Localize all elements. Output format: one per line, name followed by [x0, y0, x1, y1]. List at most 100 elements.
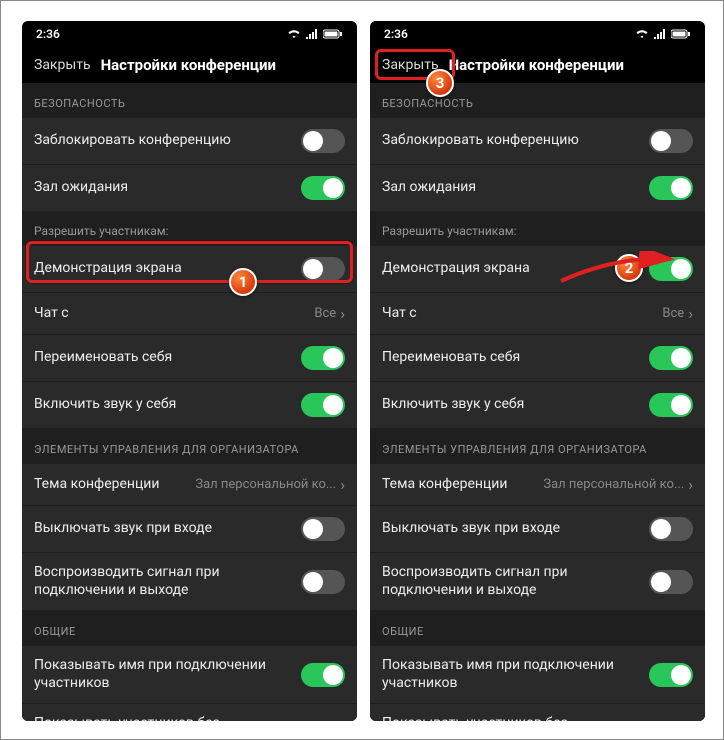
- row-chat[interactable]: Чат с Все ›: [370, 293, 705, 335]
- row-label: Показывать имя при подключении участнико…: [34, 657, 301, 692]
- row-label: Чат с: [382, 305, 662, 323]
- toggle-show-name[interactable]: [301, 663, 345, 687]
- row-rename[interactable]: Переименовать себя: [370, 335, 705, 382]
- row-label: Показывать имя при подключении участнико…: [382, 657, 649, 692]
- row-label: Включить звук у себя: [382, 396, 649, 414]
- row-label: Выключать звук при входе: [382, 520, 649, 538]
- header: Закрыть Настройки конференции: [22, 47, 357, 83]
- chevron-right-icon: ›: [340, 304, 345, 323]
- header: Закрыть Настройки конференции: [370, 47, 705, 83]
- section-allow: Разрешить участникам:: [370, 212, 705, 246]
- row-show-novideo[interactable]: Показывать участников без видеоизображен…: [22, 704, 357, 721]
- status-time: 2:36: [384, 27, 408, 41]
- row-label: Переименовать себя: [34, 349, 301, 367]
- section-security: БЕЗОПАСНОСТЬ: [370, 83, 705, 118]
- toggle-mute-entry[interactable]: [649, 517, 693, 541]
- toggle-unmute[interactable]: [301, 393, 345, 417]
- status-bar: 2:36: [370, 21, 705, 47]
- row-mute-entry[interactable]: Выключать звук при входе: [370, 506, 705, 553]
- annotation-badge-1: 1: [229, 268, 257, 296]
- row-lock-conference[interactable]: Заблокировать конференцию: [370, 118, 705, 165]
- close-button[interactable]: Закрыть: [34, 57, 91, 73]
- row-unmute[interactable]: Включить звук у себя: [370, 382, 705, 429]
- toggle-show-name[interactable]: [649, 663, 693, 687]
- row-label: Заблокировать конференцию: [382, 132, 649, 150]
- row-label: Воспроизводить сигнал при подключении и …: [382, 564, 649, 599]
- toggle-show-novideo[interactable]: [301, 721, 345, 722]
- toggle-waiting[interactable]: [301, 176, 345, 200]
- row-mute-entry[interactable]: Выключать звук при входе: [22, 506, 357, 553]
- row-label: Включить звук у себя: [34, 396, 301, 414]
- row-show-novideo[interactable]: Показывать участников без видеоизображен…: [370, 704, 705, 721]
- row-label: Выключать звук при входе: [34, 520, 301, 538]
- row-label: Зал ожидания: [34, 179, 301, 197]
- row-chime[interactable]: Воспроизводить сигнал при подключении и …: [370, 553, 705, 611]
- toggle-screen-share[interactable]: [649, 257, 693, 281]
- annotation-badge-2: 2: [615, 254, 643, 282]
- row-topic[interactable]: Тема конференции Зал персональной ко... …: [370, 464, 705, 506]
- settings-list: БЕЗОПАСНОСТЬ Заблокировать конференцию З…: [22, 83, 357, 721]
- section-general: ОБЩИЕ: [22, 611, 357, 646]
- toggle-rename[interactable]: [301, 346, 345, 370]
- battery-icon: [323, 29, 343, 39]
- close-button[interactable]: Закрыть: [382, 57, 439, 73]
- row-label: Тема конференции: [382, 476, 543, 494]
- toggle-chime[interactable]: [649, 570, 693, 594]
- toggle-unmute[interactable]: [649, 393, 693, 417]
- signal-icon: [653, 29, 667, 39]
- toggle-waiting[interactable]: [649, 176, 693, 200]
- toggle-chime[interactable]: [301, 570, 345, 594]
- row-screen-share[interactable]: Демонстрация экрана: [370, 246, 705, 293]
- row-label: Показывать участников без видеоизображен…: [34, 715, 301, 721]
- toggle-screen-share[interactable]: [301, 257, 345, 281]
- chevron-right-icon: ›: [688, 475, 693, 494]
- row-screen-share[interactable]: Демонстрация экрана: [22, 246, 357, 293]
- chevron-right-icon: ›: [688, 304, 693, 323]
- section-allow: Разрешить участникам:: [22, 212, 357, 246]
- status-bar: 2:36: [22, 21, 357, 47]
- section-security: БЕЗОПАСНОСТЬ: [22, 83, 357, 118]
- toggle-show-novideo[interactable]: [649, 721, 693, 722]
- battery-icon: [671, 29, 691, 39]
- row-label: Заблокировать конференцию: [34, 132, 301, 150]
- row-topic[interactable]: Тема конференции Зал персональной ко... …: [22, 464, 357, 506]
- settings-list: БЕЗОПАСНОСТЬ Заблокировать конференцию З…: [370, 83, 705, 721]
- row-value: Все: [314, 306, 336, 321]
- row-show-name[interactable]: Показывать имя при подключении участнико…: [370, 646, 705, 704]
- row-label: Демонстрация экрана: [34, 260, 301, 278]
- toggle-mute-entry[interactable]: [301, 517, 345, 541]
- row-waiting-room[interactable]: Зал ожидания: [22, 165, 357, 212]
- page-title: Настройки конференции: [101, 56, 276, 74]
- row-unmute[interactable]: Включить звук у себя: [22, 382, 357, 429]
- row-label: Тема конференции: [34, 476, 195, 494]
- signal-icon: [305, 29, 319, 39]
- wifi-icon: [635, 29, 649, 39]
- row-show-name[interactable]: Показывать имя при подключении участнико…: [22, 646, 357, 704]
- row-label: Переименовать себя: [382, 349, 649, 367]
- row-waiting-room[interactable]: Зал ожидания: [370, 165, 705, 212]
- status-time: 2:36: [36, 27, 60, 41]
- toggle-lock[interactable]: [649, 129, 693, 153]
- row-chat[interactable]: Чат с Все ›: [22, 293, 357, 335]
- row-label: Показывать участников без видеоизображен…: [382, 715, 649, 721]
- phone-screenshot-left: 2:36 Закрыть Настройки конференции БЕЗОП…: [22, 21, 357, 721]
- row-value: Все: [662, 306, 684, 321]
- section-host: ЭЛЕМЕНТЫ УПРАВЛЕНИЯ ДЛЯ ОРГАНИЗАТОРА: [22, 429, 357, 464]
- status-icons: [287, 29, 343, 39]
- row-lock-conference[interactable]: Заблокировать конференцию: [22, 118, 357, 165]
- row-value: Зал персональной ко...: [195, 477, 336, 492]
- toggle-rename[interactable]: [649, 346, 693, 370]
- row-value: Зал персональной ко...: [543, 477, 684, 492]
- row-label: Чат с: [34, 305, 314, 323]
- toggle-lock[interactable]: [301, 129, 345, 153]
- phone-screenshot-right: 2:36 Закрыть Настройки конференции БЕЗОП…: [370, 21, 705, 721]
- chevron-right-icon: ›: [340, 475, 345, 494]
- page-title: Настройки конференции: [449, 56, 624, 74]
- row-chime[interactable]: Воспроизводить сигнал при подключении и …: [22, 553, 357, 611]
- row-label: Зал ожидания: [382, 179, 649, 197]
- row-label: Демонстрация экрана: [382, 260, 649, 278]
- section-host: ЭЛЕМЕНТЫ УПРАВЛЕНИЯ ДЛЯ ОРГАНИЗАТОРА: [370, 429, 705, 464]
- row-rename[interactable]: Переименовать себя: [22, 335, 357, 382]
- row-label: Воспроизводить сигнал при подключении и …: [34, 564, 301, 599]
- annotation-badge-3: 3: [426, 69, 454, 97]
